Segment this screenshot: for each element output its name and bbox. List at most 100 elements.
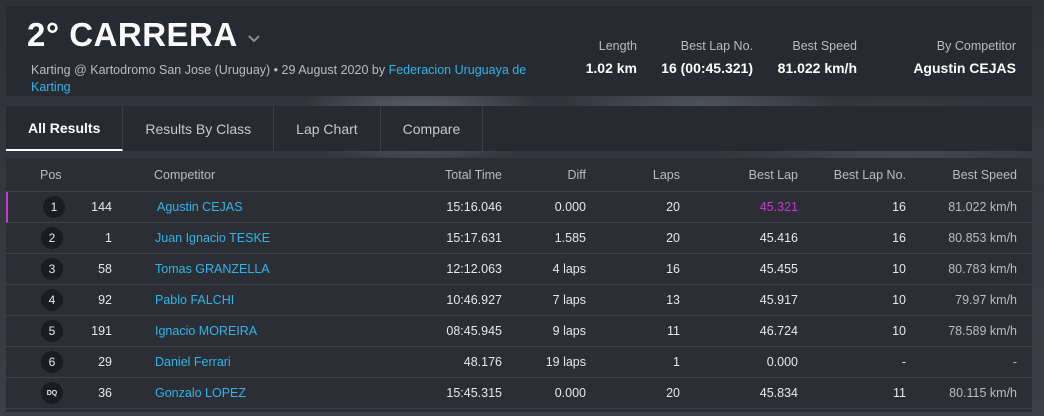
diff: 19 laps bbox=[545, 355, 586, 369]
kart-number: 191 bbox=[91, 324, 112, 338]
diff: 0.000 bbox=[554, 200, 586, 214]
stat-best-speed: Best Speed 81.022 km/h bbox=[778, 39, 857, 76]
position-badge: 2 bbox=[41, 227, 63, 249]
col-laps[interactable]: Laps bbox=[653, 158, 680, 191]
col-best-speed[interactable]: Best Speed bbox=[952, 158, 1017, 191]
col-best-lap[interactable]: Best Lap bbox=[749, 158, 798, 191]
competitor-link[interactable]: Agustin CEJAS bbox=[157, 192, 242, 222]
col-pos[interactable]: Pos bbox=[40, 158, 62, 191]
diff: 4 laps bbox=[552, 262, 586, 276]
stat-by-competitor: By Competitor Agustin CEJAS bbox=[913, 39, 1016, 76]
laps: 1 bbox=[673, 355, 680, 369]
kart-number: 144 bbox=[91, 200, 112, 214]
position-badge: 4 bbox=[41, 289, 63, 311]
position-badge: 1 bbox=[43, 196, 65, 218]
best-lap-no: - bbox=[901, 355, 906, 369]
total-time: 12:12.063 bbox=[446, 262, 502, 276]
position-badge: 6 bbox=[41, 351, 63, 373]
competitor-link[interactable]: Pablo FALCHI bbox=[155, 285, 234, 315]
table-row[interactable]: 2 1 Juan Ignacio TESKE 15:17.631 1.585 20 45.4… bbox=[6, 223, 1032, 254]
best-speed: 78.589 km/h bbox=[948, 324, 1017, 338]
stat-value: 16 (00:45.321) bbox=[661, 60, 753, 76]
tab-all-results[interactable]: All Results bbox=[6, 106, 124, 151]
stat-length: Length 1.02 km bbox=[586, 39, 637, 76]
stat-best-lap-no: Best Lap No. 16 (00:45.321) bbox=[661, 39, 753, 76]
pos-cell: 5 bbox=[41, 316, 63, 346]
best-lap: 45.917 bbox=[759, 293, 798, 307]
competitor-link[interactable]: Daniel Ferrari bbox=[155, 347, 231, 377]
pos-cell: 4 bbox=[41, 285, 63, 315]
kart-number: 29 bbox=[98, 355, 112, 369]
table-header: Pos Competitor Total Time Diff Laps Best… bbox=[6, 158, 1032, 192]
pos-cell: 6 bbox=[41, 347, 63, 377]
position-badge: 3 bbox=[41, 258, 63, 280]
pos-cell: 1 bbox=[43, 192, 65, 222]
diff: 7 laps bbox=[552, 293, 586, 307]
diff: 9 laps bbox=[552, 324, 586, 338]
col-total-time[interactable]: Total Time bbox=[445, 158, 502, 191]
stat-value: 1.02 km bbox=[585, 60, 637, 76]
table-row[interactable]: 4 92 Pablo FALCHI 10:46.927 7 laps 13 45.917 10… bbox=[6, 285, 1032, 316]
best-speed: - bbox=[1012, 355, 1017, 369]
competitor-link[interactable]: Ignacio MOREIRA bbox=[155, 316, 257, 346]
stat-label: Best Speed bbox=[792, 39, 857, 53]
best-speed: 80.115 km/h bbox=[949, 386, 1017, 400]
pos-cell: DQ bbox=[41, 378, 63, 408]
stat-label: Length bbox=[598, 39, 637, 53]
tab-lap-chart[interactable]: Lap Chart bbox=[274, 106, 381, 151]
competitor-link[interactable]: Tomas GRANZELLA bbox=[155, 254, 270, 284]
table-row[interactable]: DQ 36 Gonzalo LOPEZ 15:45.315 0.000 20 45.834 1… bbox=[6, 378, 1032, 409]
best-lap: 45.455 bbox=[759, 262, 798, 276]
stat-value: 81.022 km/h bbox=[777, 60, 857, 76]
best-lap: 45.416 bbox=[759, 231, 798, 245]
best-speed: 81.022 km/h bbox=[948, 200, 1017, 214]
kart-number: 58 bbox=[98, 262, 112, 276]
table-row[interactable]: 1 144 Agustin CEJAS 15:16.046 0.000 20 45.321 1… bbox=[6, 192, 1032, 223]
table-row[interactable]: 5 191 Ignacio MOREIRA 08:45.945 9 laps 11 46.7… bbox=[6, 316, 1032, 347]
best-lap: 45.834 bbox=[759, 386, 798, 400]
best-lap-no: 10 bbox=[892, 324, 906, 338]
stat-label: By Competitor bbox=[936, 39, 1016, 53]
tab-results-by-class[interactable]: Results By Class bbox=[123, 106, 275, 151]
results-tabs: All Results Results By Class Lap Chart C… bbox=[6, 106, 1032, 151]
pos-cell: 3 bbox=[41, 254, 63, 284]
total-time: 48.176 bbox=[463, 355, 502, 369]
total-time: 10:46.927 bbox=[446, 293, 502, 307]
chevron-down-icon[interactable] bbox=[246, 30, 262, 46]
col-best-lap-no[interactable]: Best Lap No. bbox=[834, 158, 906, 191]
laps: 20 bbox=[666, 200, 680, 214]
total-time: 15:16.046 bbox=[446, 200, 502, 214]
col-diff[interactable]: Diff bbox=[567, 158, 586, 191]
total-time: 08:45.945 bbox=[446, 324, 502, 338]
table-row[interactable]: 3 58 Tomas GRANZELLA 12:12.063 4 laps 16 45.45… bbox=[6, 254, 1032, 285]
kart-number: 1 bbox=[105, 231, 112, 245]
event-meta: Karting @ Kartodromo San Jose (Uruguay) … bbox=[31, 63, 386, 77]
competitor-link[interactable]: Juan Ignacio TESKE bbox=[155, 223, 270, 253]
laps: 13 bbox=[666, 293, 680, 307]
competitor-link[interactable]: Gonzalo LOPEZ bbox=[155, 378, 246, 408]
stat-value: Agustin CEJAS bbox=[913, 60, 1016, 76]
best-speed: 80.853 km/h bbox=[948, 231, 1017, 245]
kart-number: 92 bbox=[98, 293, 112, 307]
pos-cell: 2 bbox=[41, 223, 63, 253]
best-lap-no: 11 bbox=[893, 386, 906, 400]
total-time: 15:45.315 bbox=[446, 386, 502, 400]
table-row[interactable]: 6 29 Daniel Ferrari 48.176 19 laps 1 0.000 - - bbox=[6, 347, 1032, 378]
best-lap: 45.321 bbox=[759, 200, 798, 214]
laps: 20 bbox=[666, 386, 680, 400]
event-subtitle: Karting @ Kartodromo San Jose (Uruguay) … bbox=[31, 62, 551, 96]
kart-number: 36 bbox=[98, 386, 112, 400]
tab-compare[interactable]: Compare bbox=[381, 106, 484, 151]
best-speed: 79.97 km/h bbox=[955, 293, 1017, 307]
diff: 1.585 bbox=[554, 231, 586, 245]
event-header: 2° CARRERA Karting @ Kartodromo San Jose… bbox=[6, 6, 1032, 96]
best-speed: 80.783 km/h bbox=[948, 262, 1017, 276]
event-title: 2° CARRERA bbox=[27, 16, 238, 53]
laps: 20 bbox=[666, 231, 680, 245]
total-time: 15:17.631 bbox=[446, 231, 502, 245]
col-competitor[interactable]: Competitor bbox=[154, 158, 215, 191]
laps: 16 bbox=[666, 262, 680, 276]
position-badge: DQ bbox=[41, 382, 63, 404]
results-table: Pos Competitor Total Time Diff Laps Best… bbox=[6, 158, 1032, 412]
best-lap: 0.000 bbox=[766, 355, 798, 369]
